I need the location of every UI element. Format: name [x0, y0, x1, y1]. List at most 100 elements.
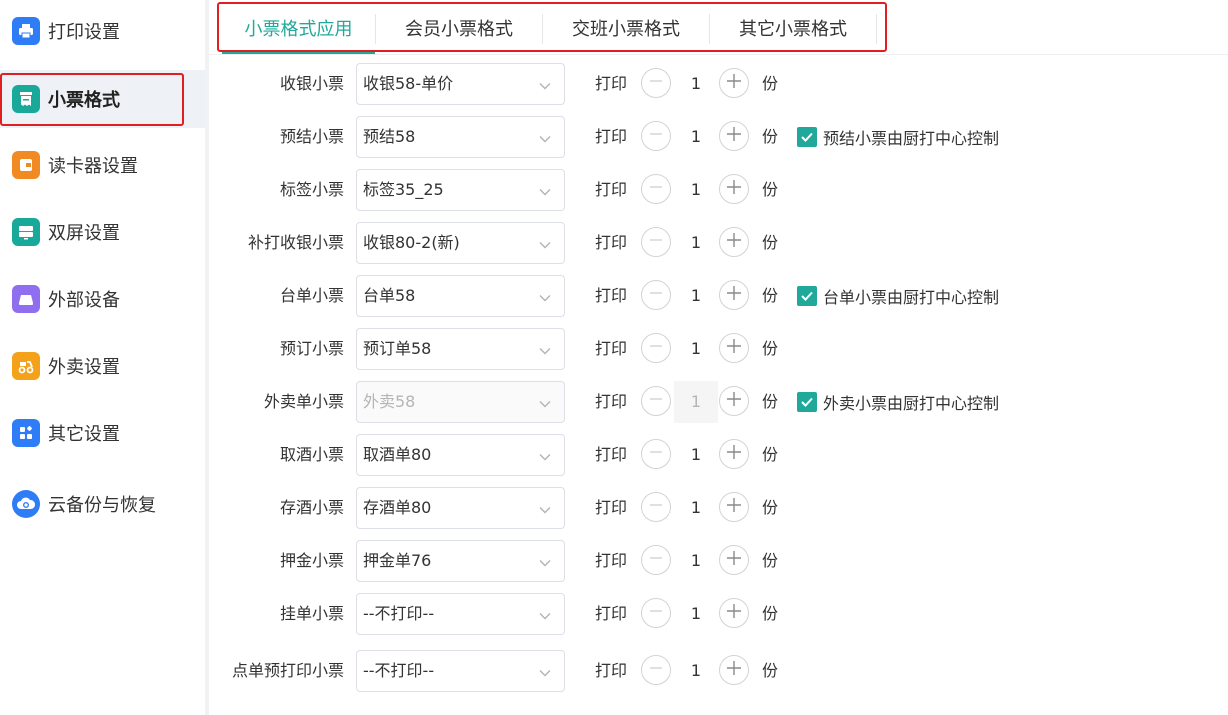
kitchen-control-checkbox[interactable]: 台单小票由厨打中心控制: [797, 275, 999, 317]
tabs-divider: [209, 54, 1228, 55]
increment-button[interactable]: [719, 227, 749, 257]
receipt-format-value: --不打印--: [363, 661, 435, 680]
receipt-format-select[interactable]: 预结58: [356, 116, 565, 158]
receipt-type-label: 取酒小票: [279, 445, 344, 464]
checkmark-icon: [797, 392, 817, 412]
sidebar-item-other-settings[interactable]: 其它设置: [0, 404, 205, 462]
receipt-format-select[interactable]: 预订单58: [356, 328, 565, 370]
minus-icon: [648, 497, 664, 517]
increment-button[interactable]: [719, 121, 749, 151]
receipt-format-select[interactable]: 存酒单80: [356, 487, 565, 529]
kitchen-control-checkbox[interactable]: 预结小票由厨打中心控制: [797, 116, 999, 158]
sidebar: 打印设置 小票格式 读卡器设置 双屏设置 外部设备 外卖设置 其它设置 云备份与…: [0, 0, 205, 715]
copies-unit-label: 份: [762, 74, 779, 93]
sidebar-item-print-settings[interactable]: 打印设置: [0, 2, 205, 60]
decrement-button[interactable]: [641, 333, 671, 363]
receipt-format-select[interactable]: 收银58-单价: [356, 63, 565, 105]
copies-quantity[interactable]: 1: [674, 487, 718, 529]
copies-quantity[interactable]: 1: [674, 169, 718, 211]
copies-quantity[interactable]: 1: [674, 650, 718, 692]
decrement-button[interactable]: [641, 598, 671, 628]
receipt-format-select[interactable]: --不打印--: [356, 650, 565, 692]
receipt-icon: [12, 85, 40, 113]
sidebar-item-external-devices[interactable]: 外部设备: [0, 270, 205, 328]
increment-button[interactable]: [719, 545, 749, 575]
receipt-format-select[interactable]: 台单58: [356, 275, 565, 317]
copies-quantity[interactable]: 1: [674, 381, 718, 423]
decrement-button[interactable]: [641, 386, 671, 416]
receipt-format-value: 预结58: [363, 127, 416, 146]
copies-quantity[interactable]: 1: [674, 540, 718, 582]
copies-quantity[interactable]: 1: [674, 63, 718, 105]
increment-button[interactable]: [719, 333, 749, 363]
increment-button[interactable]: [719, 492, 749, 522]
receipt-format-select[interactable]: --不打印--: [356, 593, 565, 635]
decrement-button[interactable]: [641, 227, 671, 257]
copies-quantity[interactable]: 1: [674, 328, 718, 370]
receipt-format-value: 预订单58: [363, 339, 432, 358]
receipt-type-label: 收银小票: [279, 74, 344, 93]
delivery-icon: [12, 352, 40, 380]
sidebar-item-delivery[interactable]: 外卖设置: [0, 337, 205, 395]
copies-quantity[interactable]: 1: [674, 593, 718, 635]
kitchen-control-checkbox[interactable]: 外卖小票由厨打中心控制: [797, 381, 999, 423]
decrement-button[interactable]: [641, 439, 671, 469]
tab-receipt-format-apply[interactable]: 小票格式应用: [222, 6, 375, 50]
copies-unit-label: 份: [762, 604, 779, 623]
receipt-format-value: 收银58-单价: [363, 74, 454, 93]
increment-button[interactable]: [719, 598, 749, 628]
minus-icon: [648, 73, 664, 93]
decrement-button[interactable]: [641, 174, 671, 204]
decrement-button[interactable]: [641, 545, 671, 575]
chevron-down-icon: [538, 502, 552, 521]
increment-button[interactable]: [719, 386, 749, 416]
plus-icon: [725, 284, 743, 306]
sidebar-item-receipt-format[interactable]: 小票格式: [0, 70, 205, 128]
chevron-down-icon: [538, 131, 552, 150]
checkmark-icon: [797, 286, 817, 306]
receipt-type-label: 存酒小票: [279, 498, 344, 517]
receipt-type-label: 补打收银小票: [247, 233, 344, 252]
chevron-down-icon: [538, 665, 552, 684]
receipt-format-select[interactable]: 外卖58: [356, 381, 565, 423]
copies-quantity[interactable]: 1: [674, 222, 718, 264]
increment-button[interactable]: [719, 174, 749, 204]
print-label: 打印: [595, 74, 628, 93]
sidebar-item-label: 外卖设置: [48, 357, 120, 378]
tab-shift-receipt-format[interactable]: 交班小票格式: [543, 6, 709, 50]
kitchen-control-label: 外卖小票由厨打中心控制: [823, 394, 1000, 413]
plus-icon: [725, 443, 743, 465]
copies-quantity[interactable]: 1: [674, 275, 718, 317]
receipt-format-select[interactable]: 押金单76: [356, 540, 565, 582]
receipt-format-select[interactable]: 收银80-2(新): [356, 222, 565, 264]
receipt-row: 预结小票 预结58 打印 1 份 预结小票由厨打中心控制: [209, 116, 1228, 158]
receipt-row: 外卖单小票 外卖58 打印 1 份 外卖小票由厨打中心控制: [209, 381, 1228, 423]
sidebar-item-cloud-backup[interactable]: 云备份与恢复: [0, 475, 205, 533]
decrement-button[interactable]: [641, 121, 671, 151]
decrement-button[interactable]: [641, 492, 671, 522]
receipt-type-label: 预订小票: [279, 339, 344, 358]
tab-other-receipt-format[interactable]: 其它小票格式: [710, 6, 876, 50]
increment-button[interactable]: [719, 68, 749, 98]
plus-icon: [725, 602, 743, 624]
sidebar-item-dual-screen[interactable]: 双屏设置: [0, 203, 205, 261]
copies-quantity[interactable]: 1: [674, 434, 718, 476]
receipt-format-value: 押金单76: [363, 551, 432, 570]
decrement-button[interactable]: [641, 68, 671, 98]
print-label: 打印: [595, 392, 628, 411]
sidebar-item-label: 其它设置: [48, 424, 120, 445]
sidebar-item-card-reader[interactable]: 读卡器设置: [0, 136, 205, 194]
increment-button[interactable]: [719, 655, 749, 685]
copies-quantity[interactable]: 1: [674, 116, 718, 158]
tab-member-receipt-format[interactable]: 会员小票格式: [376, 6, 542, 50]
copies-unit-label: 份: [762, 180, 779, 199]
tab-divider: [876, 14, 877, 44]
receipt-format-select[interactable]: 取酒单80: [356, 434, 565, 476]
decrement-button[interactable]: [641, 280, 671, 310]
decrement-button[interactable]: [641, 655, 671, 685]
receipt-format-select[interactable]: 标签35_25: [356, 169, 565, 211]
increment-button[interactable]: [719, 439, 749, 469]
increment-button[interactable]: [719, 280, 749, 310]
sidebar-item-label: 云备份与恢复: [48, 495, 156, 516]
receipt-row: 挂单小票 --不打印-- 打印 1 份: [209, 593, 1228, 635]
